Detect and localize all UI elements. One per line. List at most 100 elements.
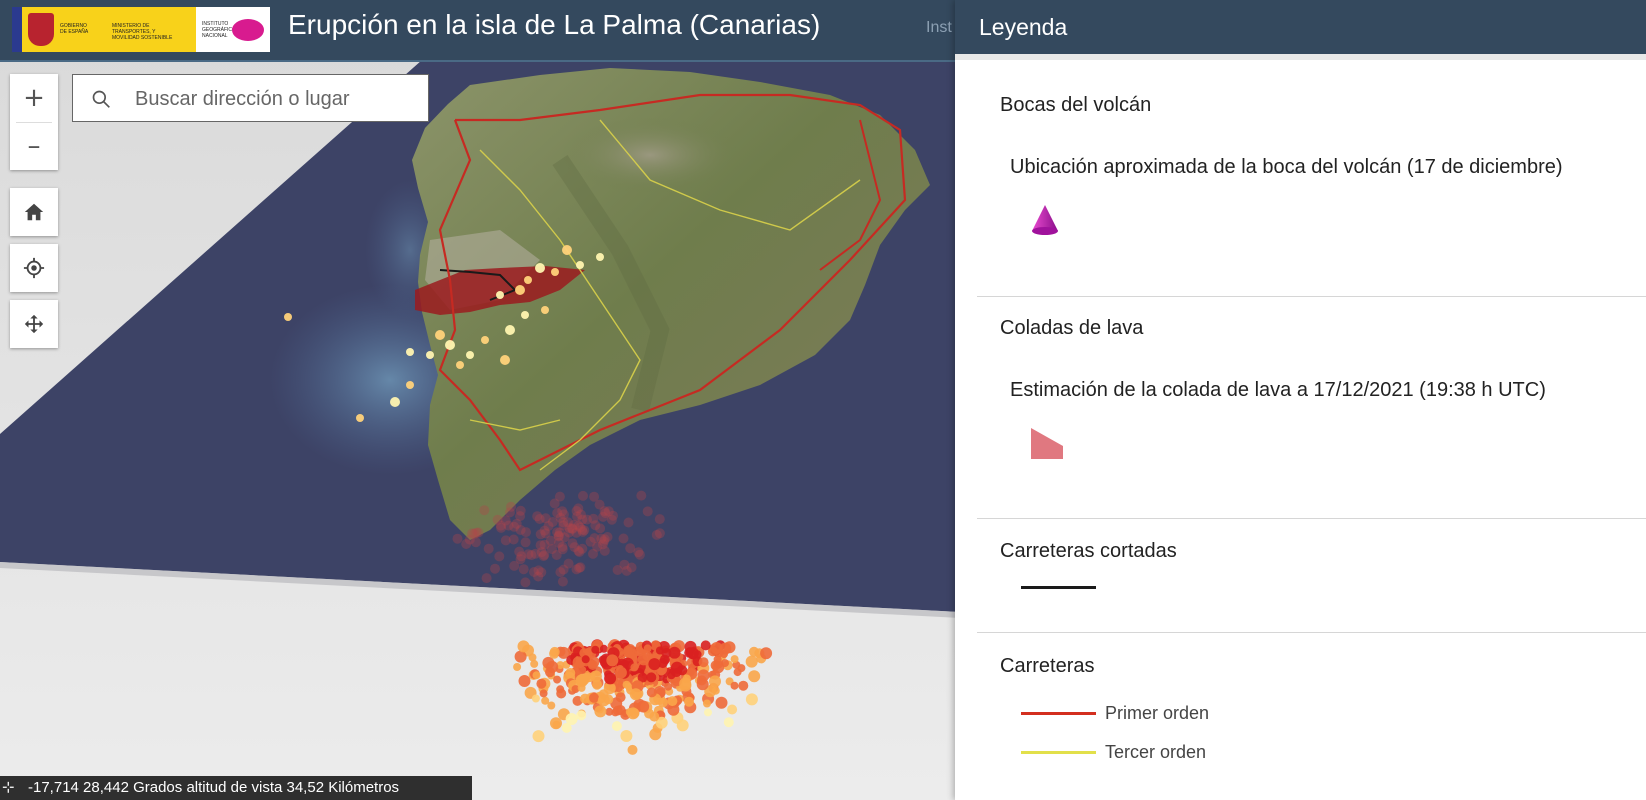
earthquake-point (562, 245, 572, 255)
earthquake-point (406, 381, 414, 389)
earthquake-point (535, 529, 546, 540)
earthquake-point (535, 263, 545, 273)
zoom-in-button[interactable]: + (10, 74, 58, 122)
earthquake-point (535, 540, 546, 551)
navigation-mode-button[interactable] (10, 300, 58, 348)
crosshair-icon[interactable]: ⊹ (2, 778, 15, 796)
earthquake-point (646, 672, 657, 683)
legend-item-label: Primer orden (1105, 703, 1210, 723)
lava-flow-symbol-icon (1031, 428, 1063, 459)
earthquake-point (576, 261, 584, 269)
earthquake-point (614, 666, 627, 679)
locate-button[interactable] (10, 244, 58, 292)
earthquake-point (703, 699, 711, 708)
earthquake-point (712, 661, 725, 674)
app-header: GOBIERNO DE ESPAÑA MINISTERIO DE TRANSPO… (0, 0, 960, 62)
earthquake-point (496, 291, 504, 299)
earthquake-point (636, 490, 647, 501)
earthquake-point (518, 675, 531, 687)
earthquake-point (549, 498, 560, 509)
earthquake-point (667, 671, 676, 680)
earthquake-point (623, 647, 634, 658)
earthquake-point (622, 680, 631, 689)
legend-divider (977, 632, 1646, 633)
earthquake-point (461, 539, 472, 549)
legend-divider (977, 518, 1646, 519)
earthquake-point (406, 348, 414, 356)
earthquake-point (445, 340, 455, 350)
earthquake-point (748, 670, 761, 683)
earthquake-point (580, 693, 590, 704)
earthquake-point (591, 645, 600, 654)
zoom-out-button[interactable]: – (10, 122, 58, 170)
earthquake-point (545, 667, 555, 678)
earthquake-point (589, 670, 602, 683)
earthquake-point (452, 533, 463, 544)
earthquake-point (481, 336, 489, 344)
earthquake-point (577, 683, 586, 692)
earthquake-point (760, 647, 773, 660)
earthquake-point (745, 655, 758, 668)
earthquake-point (711, 686, 720, 695)
earthquake-point (627, 707, 640, 720)
legend-header: Leyenda (955, 0, 1646, 54)
earthquake-point (623, 517, 634, 528)
earthquake-point (599, 644, 608, 653)
earthquake-point (513, 663, 522, 671)
volcano-cone-icon (1032, 205, 1058, 235)
earthquake-point (539, 549, 550, 560)
caldera (560, 117, 740, 193)
earthquake-point (715, 696, 728, 709)
earthquake-point (615, 692, 626, 703)
earthquake-point (509, 560, 520, 571)
earthquake-point (620, 730, 633, 742)
earthquake-point (524, 276, 532, 284)
earthquake-point (704, 708, 712, 717)
earthquake-point (284, 313, 292, 321)
earthquake-point (515, 505, 526, 516)
earthquake-point (589, 491, 600, 502)
earthquake-point (390, 397, 400, 407)
earthquake-point (738, 680, 749, 691)
earthquake-point (697, 669, 710, 682)
earthquake-point (521, 311, 529, 319)
earthquake-point (637, 700, 650, 713)
earthquake-point (466, 351, 474, 359)
legend-layer-title: Ubicación aproximada de la boca del volc… (1010, 156, 1563, 178)
earthquake-point (541, 306, 549, 314)
earthquake-point (549, 646, 560, 657)
legend-title: Leyenda (979, 14, 1068, 40)
logo-gov-text: GOBIERNO DE ESPAÑA (60, 23, 89, 35)
search-icon (92, 90, 110, 108)
earthquake-point (551, 550, 562, 560)
legend-section-title: Coladas de lava (1000, 317, 1144, 339)
ign-logo-icon (232, 19, 264, 41)
earthquake-point (539, 689, 548, 698)
search-box[interactable] (72, 74, 429, 122)
coordinate-readout: -17,714 28,442 Grados altitud de vista 3… (28, 779, 400, 796)
earthquake-point (481, 573, 492, 584)
earthquake-point (536, 678, 547, 689)
earthquake-point (551, 268, 559, 276)
cut-road-line-icon (1021, 586, 1096, 589)
zoom-controls: + – (10, 74, 58, 170)
earthquake-point (606, 654, 619, 667)
earthquake-point (682, 674, 691, 683)
earthquake-point (555, 512, 566, 523)
legend-section-title: Carreteras (1000, 655, 1095, 677)
earthquake-point (565, 668, 576, 678)
search-input[interactable] (133, 85, 417, 113)
earthquake-point (649, 728, 662, 741)
earthquake-point (625, 543, 636, 554)
earthquake-point (599, 545, 610, 556)
earthquake-point (649, 711, 660, 722)
earthquake-point (534, 514, 545, 524)
earthquake-point (646, 687, 657, 698)
earthquake-point (594, 705, 607, 718)
earthquake-point (709, 675, 721, 688)
earthquake-point (531, 694, 540, 703)
earthquake-point (745, 693, 758, 706)
home-button[interactable] (10, 188, 58, 236)
coat-of-arms-icon (28, 13, 54, 46)
earthquake-point (556, 688, 567, 699)
